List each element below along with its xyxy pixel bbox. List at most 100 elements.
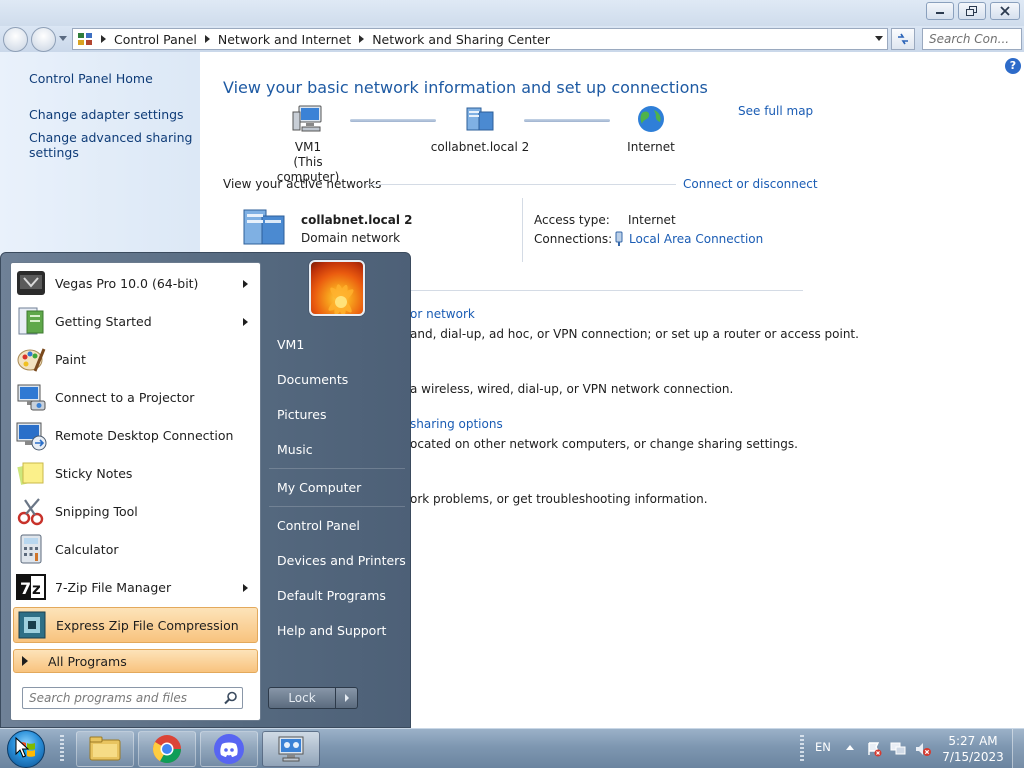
program-item-highlighted[interactable]: Express Zip File Compression: [13, 607, 258, 643]
lock-button[interactable]: Lock: [268, 687, 336, 709]
volume-muted-icon[interactable]: [914, 741, 932, 757]
map-node-internet[interactable]: Internet: [614, 104, 688, 155]
program-item[interactable]: Snipping Tool: [13, 493, 258, 529]
connect-or-disconnect-link[interactable]: Connect or disconnect: [683, 177, 818, 191]
start-right-pictures[interactable]: Pictures: [267, 399, 407, 429]
clock-date: 7/15/2023: [942, 750, 1004, 764]
domain-network-large-icon[interactable]: [240, 206, 292, 246]
chevron-right-icon: [344, 694, 349, 702]
all-programs-button[interactable]: All Programs: [13, 649, 258, 673]
close-button[interactable]: [990, 2, 1020, 20]
recent-pages-dropdown[interactable]: [59, 36, 67, 41]
refresh-button[interactable]: [891, 28, 915, 50]
breadcrumb-separator-icon[interactable]: [101, 35, 106, 43]
program-label: Snipping Tool: [55, 503, 138, 519]
start-menu: Vegas Pro 10.0 (64-bit) Getting Started …: [0, 252, 411, 728]
help-icon[interactable]: ?: [1005, 58, 1021, 74]
breadcrumb-control-panel[interactable]: Control Panel: [114, 32, 197, 47]
change-advanced-sharing-link-line2[interactable]: settings: [29, 145, 79, 160]
address-dropdown-icon[interactable]: [875, 36, 883, 41]
svg-text:z: z: [32, 580, 41, 598]
start-right-control-panel[interactable]: Control Panel: [267, 510, 407, 540]
breadcrumb-separator-icon[interactable]: [359, 35, 365, 43]
start-search-input[interactable]: Search programs and files: [22, 687, 243, 709]
map-node-domain-name: collabnet.local 2: [430, 140, 530, 154]
connections-label: Connections:: [534, 232, 613, 246]
breadcrumb-network-and-sharing-center[interactable]: Network and Sharing Center: [372, 32, 550, 47]
taskbar-explorer-button[interactable]: [76, 731, 134, 767]
control-panel-home-link[interactable]: Control Panel Home: [29, 71, 153, 86]
start-menu-programs: Vegas Pro 10.0 (64-bit) Getting Started …: [10, 262, 261, 721]
see-full-map-link[interactable]: See full map: [738, 104, 813, 118]
search-input[interactable]: Search Con...: [922, 28, 1022, 50]
program-item[interactable]: Sticky Notes: [13, 455, 258, 491]
calculator-icon: [20, 534, 42, 564]
shutdown-options-button[interactable]: [336, 687, 358, 709]
show-hidden-icons-button[interactable]: [846, 745, 854, 750]
network-type[interactable]: Domain network: [301, 231, 400, 245]
map-node-computer[interactable]: VM1 (This computer): [262, 104, 354, 185]
globe-icon: [638, 106, 664, 132]
start-right-documents[interactable]: Documents: [267, 364, 407, 394]
express-zip-icon: [18, 611, 46, 639]
search-icon: [224, 691, 237, 705]
divider: [269, 506, 405, 507]
language-indicator[interactable]: EN: [815, 740, 831, 754]
change-adapter-settings-link[interactable]: Change adapter settings: [29, 107, 184, 122]
user-account-picture[interactable]: [309, 260, 365, 316]
taskbar-grip[interactable]: [60, 735, 64, 763]
map-node-internet-name: Internet: [627, 140, 675, 154]
remote-desktop-icon: [16, 422, 47, 451]
program-item[interactable]: Vegas Pro 10.0 (64-bit): [13, 265, 258, 301]
show-desktop-button[interactable]: [1012, 729, 1024, 768]
breadcrumb-separator-icon[interactable]: [204, 35, 210, 43]
program-item[interactable]: Getting Started: [13, 303, 258, 339]
program-label: Sticky Notes: [55, 465, 133, 481]
change-advanced-sharing-link[interactable]: Change advanced sharing: [29, 130, 192, 145]
minimize-icon: [936, 12, 944, 14]
local-area-connection-link[interactable]: Local Area Connection: [629, 232, 763, 246]
start-right-music[interactable]: Music: [267, 434, 407, 464]
program-label: Express Zip File Compression: [56, 617, 239, 633]
start-right-default-programs[interactable]: Default Programs: [267, 580, 407, 610]
system-clock[interactable]: 5:27 AM 7/15/2023: [940, 733, 1006, 765]
program-item[interactable]: Calculator: [13, 531, 258, 567]
svg-text:7: 7: [20, 579, 31, 598]
program-item[interactable]: 7z 7-Zip File Manager: [13, 569, 258, 605]
window-titlebar: [0, 0, 1024, 26]
program-label: Remote Desktop Connection: [55, 427, 234, 443]
submenu-arrow-icon: [243, 584, 248, 592]
discord-icon: [214, 734, 244, 764]
map-node-computer-name: VM1: [294, 140, 322, 154]
forward-button[interactable]: [31, 27, 56, 52]
map-connector: [524, 119, 610, 122]
program-item[interactable]: Paint: [13, 341, 258, 377]
restore-button[interactable]: [958, 2, 986, 20]
program-item[interactable]: Connect to a Projector: [13, 379, 258, 415]
control-panel-icon: [78, 33, 92, 45]
access-type-value: Internet: [628, 213, 676, 227]
start-right-my-computer[interactable]: My Computer: [267, 472, 407, 502]
folder-icon: [89, 736, 121, 761]
taskbar-discord-button[interactable]: [200, 731, 258, 767]
sharing-options-link[interactable]: sharing options: [410, 417, 503, 431]
network-name: collabnet.local 2: [301, 213, 413, 227]
taskbar-grip[interactable]: [800, 735, 804, 763]
start-right-devices-and-printers[interactable]: Devices and Printers: [267, 545, 407, 575]
restore-icon: [966, 6, 977, 16]
divider: [522, 198, 523, 262]
setup-connection-link[interactable]: or network: [410, 307, 475, 321]
network-status-icon[interactable]: [890, 741, 906, 757]
back-button[interactable]: [3, 27, 28, 52]
taskbar-chrome-button[interactable]: [138, 731, 196, 767]
address-bar[interactable]: Control Panel Network and Internet Netwo…: [72, 28, 888, 50]
action-center-icon[interactable]: [866, 741, 882, 757]
start-right-user[interactable]: VM1: [267, 329, 407, 359]
start-right-help-and-support[interactable]: Help and Support: [267, 615, 407, 645]
taskbar-network-center-button[interactable]: [262, 731, 320, 767]
breadcrumb-network-and-internet[interactable]: Network and Internet: [218, 32, 351, 47]
minimize-button[interactable]: [926, 2, 954, 20]
map-node-domain[interactable]: collabnet.local 2: [430, 104, 530, 155]
network-center-icon: [278, 736, 304, 762]
program-item[interactable]: Remote Desktop Connection: [13, 417, 258, 453]
